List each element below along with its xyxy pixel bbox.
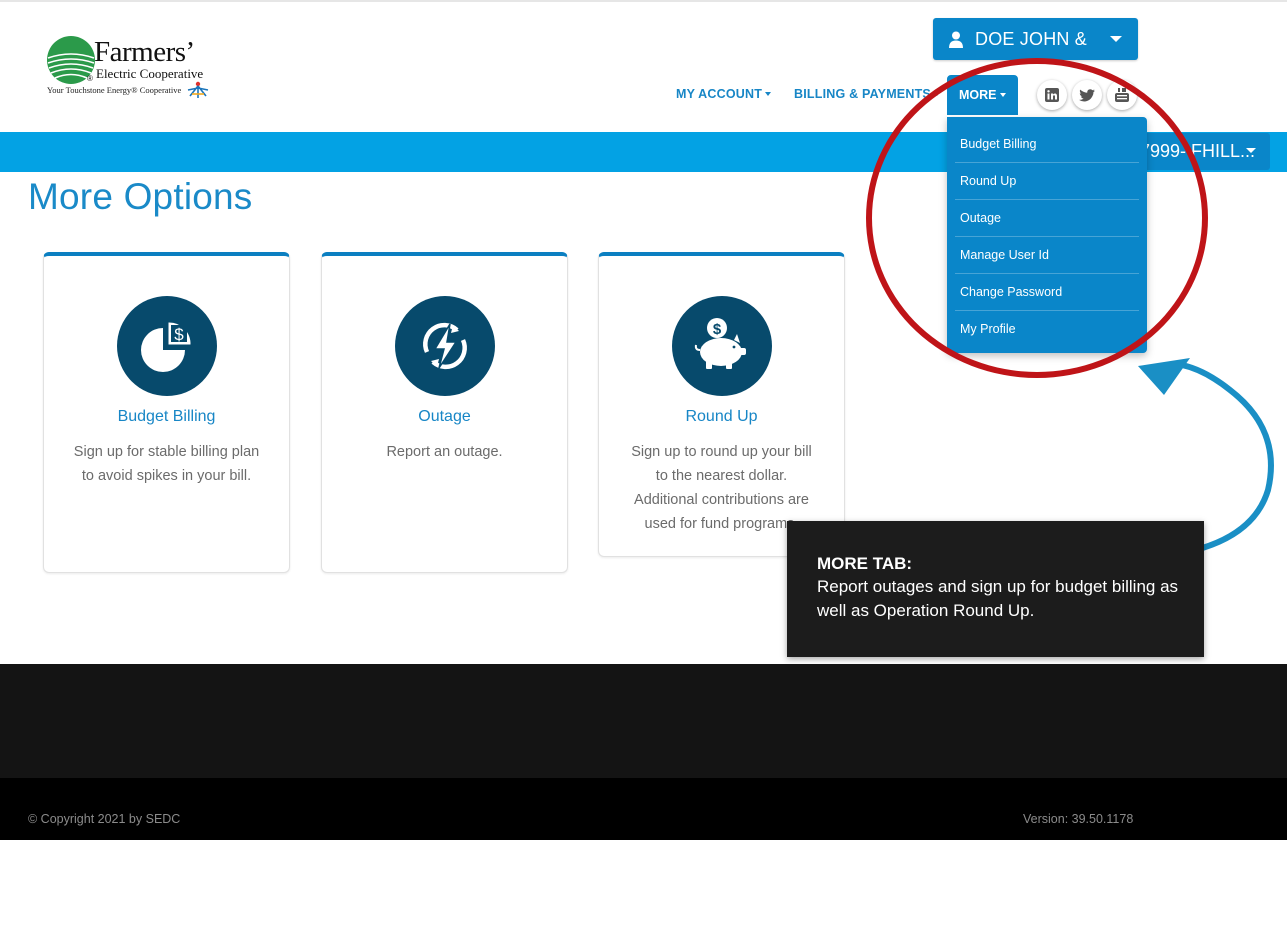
logo-tagline: Your Touchstone Energy® Cooperative [47, 85, 182, 95]
nav-label: BILLING & PAYMENTS [794, 87, 931, 101]
highlight-circle [866, 58, 1208, 378]
account-name: DOE JOHN & [975, 28, 1088, 49]
chevron-down-icon [1110, 36, 1122, 42]
card-outage[interactable]: Outage Report an outage. [321, 252, 568, 573]
logo-subtitle: Electric Cooperative [96, 66, 204, 81]
account-menu-button[interactable]: DOE JOHN & [933, 18, 1138, 60]
top-border [0, 0, 1287, 2]
logo-registered-mark: ® [87, 74, 93, 83]
icon-circle: $ [117, 296, 217, 396]
lightning-icon [423, 322, 467, 370]
logo-name: Farmers’ [94, 36, 195, 68]
nav-label: MY ACCOUNT [676, 87, 763, 101]
icon-circle [395, 296, 495, 396]
chevron-down-icon [1246, 148, 1256, 153]
callout-body: Report outages and sign up for budget bi… [817, 577, 1179, 620]
cooperative-logo[interactable]: Farmers’ ® Electric Cooperative Your Tou… [44, 36, 216, 102]
copyright-text: © Copyright 2021 by SEDC [28, 812, 181, 826]
version-text: Version: 39.50.1178 [1023, 812, 1134, 826]
card-title[interactable]: Outage [322, 408, 567, 426]
user-icon [949, 31, 963, 48]
svg-text:$: $ [713, 321, 722, 338]
callout-title: MORE TAB: [817, 554, 913, 573]
card-description: Report an outage. [386, 444, 503, 460]
card-description: Sign up for stable billing plan to avoid… [73, 444, 260, 484]
piggy-bank-icon: $ [694, 318, 746, 369]
card-title[interactable]: Budget Billing [44, 408, 289, 426]
svg-text:$: $ [174, 325, 184, 344]
card-round-up[interactable]: $ Round Up Sign up to round up your bill… [598, 252, 845, 557]
pie-chart-dollar-icon: $ [141, 321, 192, 372]
card-budget-billing[interactable]: $ Budget Billing Sign up for stable bill… [43, 252, 290, 573]
nav-billing-payments[interactable]: BILLING & PAYMENTS [794, 87, 940, 101]
page-title: More Options [28, 176, 253, 217]
footer-bottom-bar [0, 778, 1287, 840]
card-title[interactable]: Round Up [599, 408, 844, 426]
nav-my-account[interactable]: MY ACCOUNT [676, 87, 772, 101]
icon-circle: $ [672, 296, 772, 396]
touchstone-energy-icon [187, 81, 209, 98]
caret-down-icon [765, 92, 772, 96]
footer [0, 664, 1287, 778]
annotation-callout: MORE TAB: Report outages and sign up for… [787, 521, 1204, 657]
